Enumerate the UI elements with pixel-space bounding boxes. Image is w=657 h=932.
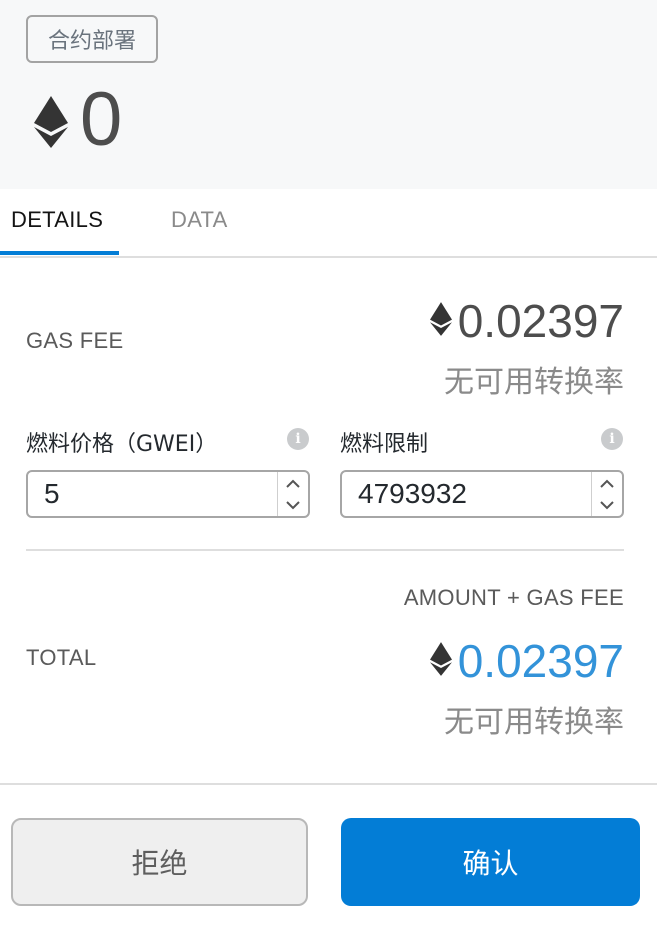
tab-bar: DETAILS DATA <box>0 189 657 258</box>
gas-price-input[interactable] <box>26 470 310 518</box>
ethereum-icon <box>429 641 452 681</box>
gas-limit-input[interactable] <box>340 470 624 518</box>
method-badge: 合约部署 <box>26 15 158 63</box>
footer-divider <box>0 783 657 785</box>
header-amount-value: 0 <box>80 77 123 162</box>
gas-fee-conversion: 无可用转换率 <box>444 365 624 400</box>
chevron-down-icon[interactable] <box>592 494 622 516</box>
chevron-up-icon[interactable] <box>592 472 622 494</box>
info-icon[interactable]: i <box>287 428 309 450</box>
gas-fee-label: GAS FEE <box>26 328 124 353</box>
info-icon[interactable]: i <box>601 428 623 450</box>
gas-price-label: 燃料价格（GWEI） <box>26 432 218 457</box>
section-divider <box>26 549 624 551</box>
gas-limit-field[interactable] <box>342 472 592 516</box>
tab-data[interactable]: DATA <box>171 207 228 233</box>
confirm-button[interactable]: 确认 <box>341 818 640 906</box>
total-amount: 0.02397 <box>429 635 624 687</box>
chevron-down-icon[interactable] <box>278 494 308 516</box>
ethereum-icon <box>34 96 68 148</box>
gas-fee-value: 0.02397 <box>457 295 624 347</box>
tab-details[interactable]: DETAILS <box>11 207 103 233</box>
header-amount: 0 <box>34 82 122 158</box>
chevron-up-icon[interactable] <box>278 472 308 494</box>
total-caption: AMOUNT + GAS FEE <box>403 585 624 610</box>
gas-price-field[interactable] <box>28 472 278 516</box>
ethereum-icon <box>429 301 452 341</box>
gas-limit-stepper[interactable] <box>591 472 622 516</box>
active-tab-indicator <box>0 251 119 255</box>
total-conversion: 无可用转换率 <box>444 705 624 740</box>
reject-button[interactable]: 拒绝 <box>11 818 308 906</box>
gas-limit-label: 燃料限制 <box>340 432 429 457</box>
gas-fee-amount: 0.02397 <box>429 295 624 347</box>
gas-price-stepper[interactable] <box>277 472 308 516</box>
total-label: TOTAL <box>26 645 97 670</box>
total-value: 0.02397 <box>457 635 624 687</box>
transaction-header: 合约部署 0 <box>0 0 657 189</box>
